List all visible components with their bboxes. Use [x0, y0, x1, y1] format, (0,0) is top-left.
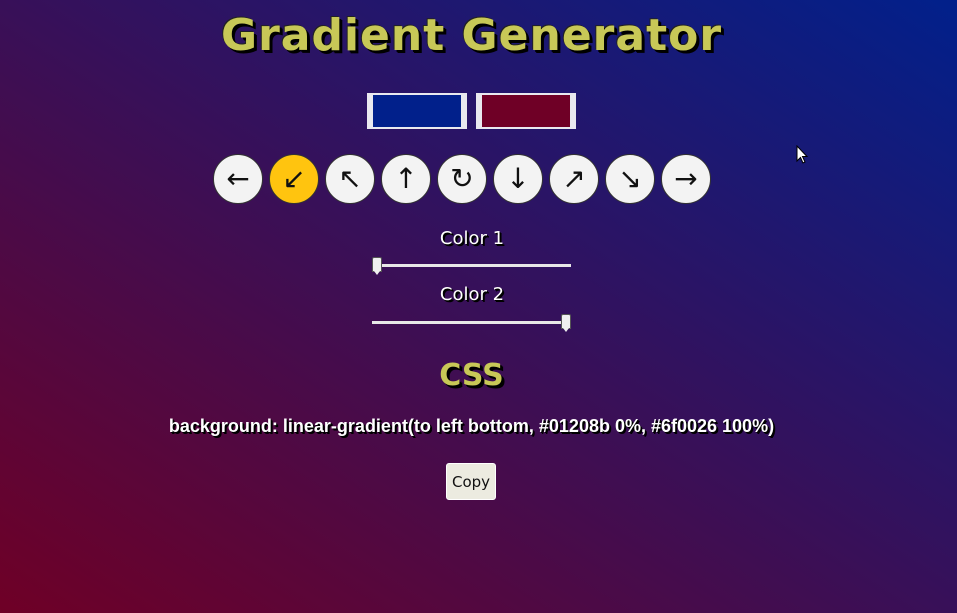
arrow-right-icon: → — [674, 162, 698, 195]
css-output-text: background: linear-gradient(to left bott… — [168, 416, 775, 436]
color1-slider-thumb[interactable] — [372, 257, 382, 275]
arrow-up-icon: ↑ — [394, 162, 418, 195]
direction-left-top-button[interactable]: ↖ — [325, 154, 375, 204]
color1-swatch[interactable] — [367, 93, 467, 129]
copy-button[interactable]: Copy — [446, 463, 496, 500]
arrow-down-left-icon: ↙ — [282, 162, 306, 195]
css-heading: CSS — [439, 358, 504, 393]
arrow-left-icon: ← — [226, 162, 250, 195]
direction-right-bottom-button[interactable]: ↘ — [605, 154, 655, 204]
direction-left-button[interactable]: ← — [213, 154, 263, 204]
direction-left-bottom-button[interactable]: ↙ — [269, 154, 319, 204]
direction-buttons: ← ↙ ↖ ↑ ↻ ↓ ↗ ↘ → — [213, 154, 711, 204]
direction-bottom-button[interactable]: ↓ — [493, 154, 543, 204]
color2-slider-track[interactable] — [372, 321, 571, 324]
arrow-up-right-icon: ↗ — [562, 162, 586, 195]
arrow-down-right-icon: ↘ — [618, 162, 642, 195]
arrow-up-left-icon: ↖ — [338, 162, 362, 195]
radial-icon: ↻ — [450, 162, 474, 195]
direction-right-top-button[interactable]: ↗ — [549, 154, 599, 204]
direction-top-button[interactable]: ↑ — [381, 154, 431, 204]
direction-radial-button[interactable]: ↻ — [437, 154, 487, 204]
color1-slider-label: Color 1 — [439, 228, 505, 249]
color2-slider-label: Color 2 — [439, 284, 505, 305]
color2-swatch[interactable] — [476, 93, 576, 129]
color1-slider-track[interactable] — [372, 264, 571, 267]
mouse-cursor-icon — [796, 145, 809, 164]
color2-slider-thumb[interactable] — [561, 314, 571, 332]
direction-right-button[interactable]: → — [661, 154, 711, 204]
arrow-down-icon: ↓ — [506, 162, 530, 195]
page-title: Gradient Generator — [220, 10, 723, 61]
